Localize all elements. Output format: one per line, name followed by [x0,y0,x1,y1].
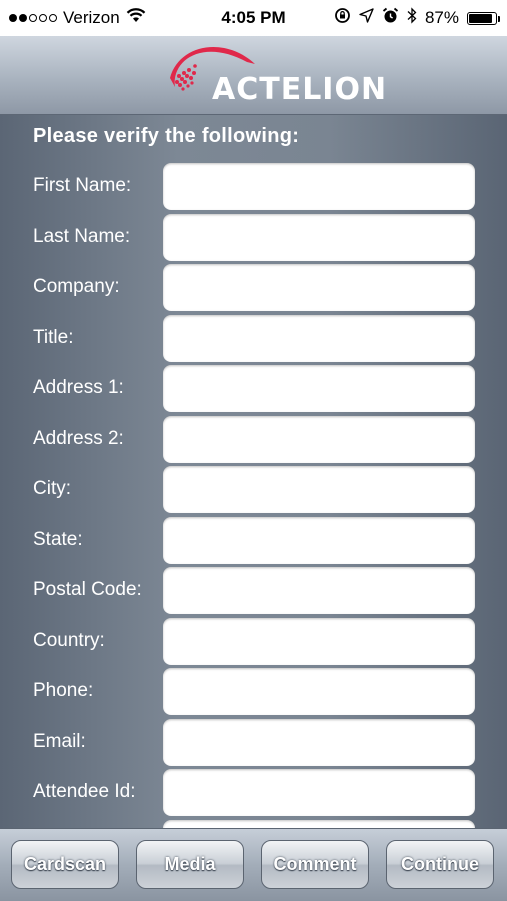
last-name-label: Last Name: [33,225,131,247]
comment-button[interactable]: Comment [261,840,369,889]
postal-code-label: Postal Code: [33,579,142,600]
form-row-address-1: Address 1: [0,365,507,413]
title-input[interactable] [163,314,475,362]
form-row-phone: Phone: [0,668,507,716]
address-2-input[interactable] [163,415,475,463]
phone-label: Phone: [33,680,94,701]
address-1-label: Address 1: [33,377,124,398]
alarm-clock-icon [382,7,399,29]
form-row-country: Country: [0,617,507,666]
signal-dot [39,14,47,22]
form-row-last-name: Last Name: [0,213,507,262]
partial-field-input[interactable] [163,819,475,828]
first-name-input[interactable] [163,163,475,210]
form-row-state: State: [0,516,507,565]
form-row-partial [0,819,507,828]
cardscan-button[interactable]: Cardscan [11,840,119,889]
email-label: Email: [33,730,86,752]
company-label: Company: [33,276,120,297]
state-label: State: [33,528,83,550]
wifi-icon [126,8,146,28]
country-label: Country: [33,629,105,651]
location-arrow-icon [359,8,374,28]
actelion-logo: ACTELION [165,40,386,107]
carrier-name: Verizon [63,8,120,27]
status-bar-right: 87% [334,7,500,29]
phone-input[interactable] [163,668,475,715]
battery-icon [467,11,500,25]
status-bar-left: Verizon [9,8,146,28]
form-row-attendee-id: Attendee Id: [0,769,507,817]
address-2-label: Address 2: [33,427,124,449]
battery-level-fill [469,13,492,23]
form-row-city: City: [0,466,507,514]
form-row-first-name: First Name: [0,163,507,211]
battery-percent: 87% [424,8,459,27]
app-header: ACTELION [0,36,507,115]
signal-strength-icon [9,14,57,22]
last-name-input[interactable] [163,213,475,261]
company-input[interactable] [163,264,475,311]
continue-button[interactable]: Continue [386,840,494,889]
state-input[interactable] [163,516,475,564]
form-row-email: Email: [0,718,507,767]
form-row-address-2: Address 2: [0,415,507,464]
email-input[interactable] [163,718,475,766]
form-row-title: Title: [0,314,507,363]
attendee-id-label: Attendee Id: [33,781,136,802]
form-row-postal-code: Postal Code: [0,567,507,615]
country-input[interactable] [163,617,475,665]
form-row-company: Company: [0,264,507,312]
status-bar: Verizon 4:05 PM 87% [0,0,507,36]
title-label: Title: [33,326,74,348]
battery-tip [498,15,500,22]
verification-form: Please verify the following: First Name:… [0,115,507,828]
logo-wordmark: ACTELION [212,72,388,107]
address-1-input[interactable] [163,365,475,412]
attendee-id-input[interactable] [163,769,475,816]
city-label: City: [33,478,71,499]
signal-dot [29,14,37,22]
media-button[interactable]: Media [136,840,244,889]
signal-dot [49,14,57,22]
signal-dot [19,14,27,22]
rotation-lock-icon [334,7,351,29]
postal-code-input[interactable] [163,567,475,614]
city-input[interactable] [163,466,475,513]
first-name-label: First Name: [33,175,132,196]
bottom-toolbar: Cardscan Media Comment Continue [0,828,507,901]
form-heading: Please verify the following: [33,125,300,147]
signal-dot [9,14,17,22]
bluetooth-icon [407,7,417,29]
